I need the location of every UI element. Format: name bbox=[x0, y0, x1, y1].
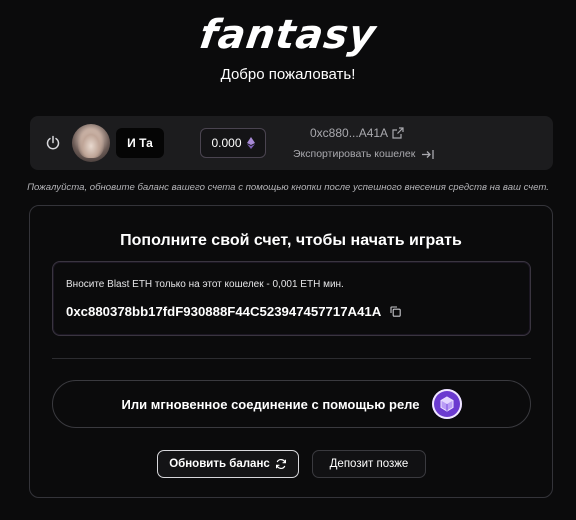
refresh-notice: Пожалуйста, обновите баланс вашего счета… bbox=[27, 182, 549, 193]
fantasy-logo: fantasy bbox=[196, 12, 380, 58]
export-wallet-button[interactable]: Экспортировать кошелек bbox=[293, 148, 434, 160]
balance-display: 0.000 bbox=[200, 128, 266, 158]
deposit-later-label: Депозит позже bbox=[329, 458, 409, 470]
refresh-icon bbox=[275, 458, 287, 470]
deposit-later-button[interactable]: Депозит позже bbox=[312, 450, 426, 478]
relay-connect-button[interactable]: Или мгновенное соединение с помощью реле bbox=[52, 380, 531, 428]
eth-icon bbox=[246, 137, 255, 149]
deposit-wallet-box: Вносите Blast ETH только на этот кошелек… bbox=[52, 261, 531, 336]
deposit-address: 0xc880378bb17fdF930888F44C523947457717A4… bbox=[66, 304, 382, 319]
deposit-address-row: 0xc880378bb17fdF930888F44C523947457717A4… bbox=[66, 304, 402, 319]
export-icon bbox=[421, 149, 434, 160]
deposit-title: Пополните свой счет, чтобы начать играть bbox=[120, 232, 462, 249]
wallet-address-short[interactable]: 0xc880...A41A bbox=[310, 126, 404, 140]
external-link-icon[interactable] bbox=[392, 127, 404, 139]
copy-icon[interactable] bbox=[390, 306, 402, 317]
username: И Та bbox=[127, 136, 153, 150]
username-chip[interactable]: И Та bbox=[116, 128, 164, 158]
wallet-address-short-text: 0xc880...A41A bbox=[310, 126, 389, 140]
divider bbox=[52, 358, 531, 359]
welcome-heading: Добро пожаловать! bbox=[220, 66, 356, 83]
account-bar: И Та 0.000 0xc880...A41A Экспортировать … bbox=[30, 116, 553, 170]
export-wallet-label: Экспортировать кошелек bbox=[293, 148, 416, 160]
refresh-balance-label: Обновить баланс bbox=[169, 458, 270, 470]
refresh-balance-button[interactable]: Обновить баланс bbox=[157, 450, 299, 478]
relay-connect-label: Или мгновенное соединение с помощью реле bbox=[121, 396, 420, 412]
balance-value: 0.000 bbox=[211, 136, 242, 150]
deposit-panel: Пополните свой счет, чтобы начать играть… bbox=[29, 205, 553, 498]
deposit-note: Вносите Blast ETH только на этот кошелек… bbox=[66, 279, 344, 290]
relay-icon bbox=[431, 389, 462, 419]
power-icon[interactable] bbox=[45, 135, 61, 151]
avatar bbox=[72, 124, 110, 162]
